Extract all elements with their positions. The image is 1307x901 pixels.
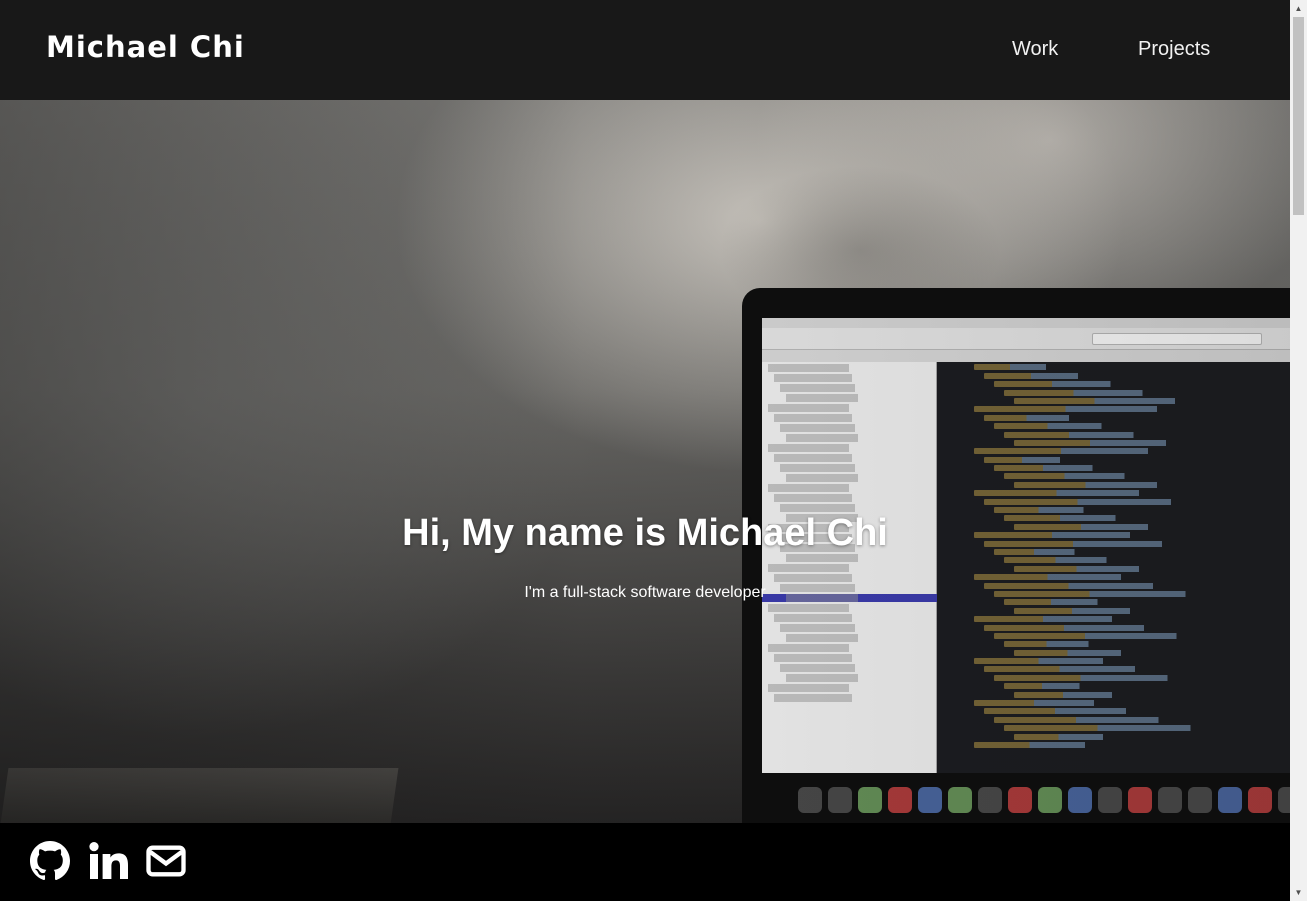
social-links <box>30 841 186 881</box>
page-scrollbar[interactable]: ▲ ▼ <box>1290 0 1307 901</box>
linkedin-link[interactable] <box>88 841 128 881</box>
site-footer <box>0 823 1290 901</box>
scroll-down-arrow-icon[interactable]: ▼ <box>1290 884 1307 901</box>
page: Michael Chi Work Projects Hi, My name is… <box>0 0 1290 901</box>
github-icon <box>30 841 70 881</box>
hero-title: Hi, My name is Michael Chi <box>402 512 888 554</box>
github-link[interactable] <box>30 841 70 881</box>
envelope-icon <box>146 845 186 877</box>
scrollbar-thumb[interactable] <box>1293 17 1304 215</box>
email-link[interactable] <box>146 841 186 881</box>
scroll-up-arrow-icon[interactable]: ▲ <box>1290 0 1307 17</box>
hero-subtitle: I'm a full-stack software developer <box>524 584 766 601</box>
nav-link-projects[interactable]: Projects <box>1138 38 1210 61</box>
hero-section: Hi, My name is Michael Chi I'm a full-st… <box>0 100 1290 823</box>
main-nav: Work Projects <box>0 38 1290 64</box>
linkedin-icon <box>89 842 128 879</box>
hero-overlay <box>0 100 1290 823</box>
nav-link-work[interactable]: Work <box>1012 38 1058 61</box>
site-header: Michael Chi Work Projects <box>0 0 1290 100</box>
